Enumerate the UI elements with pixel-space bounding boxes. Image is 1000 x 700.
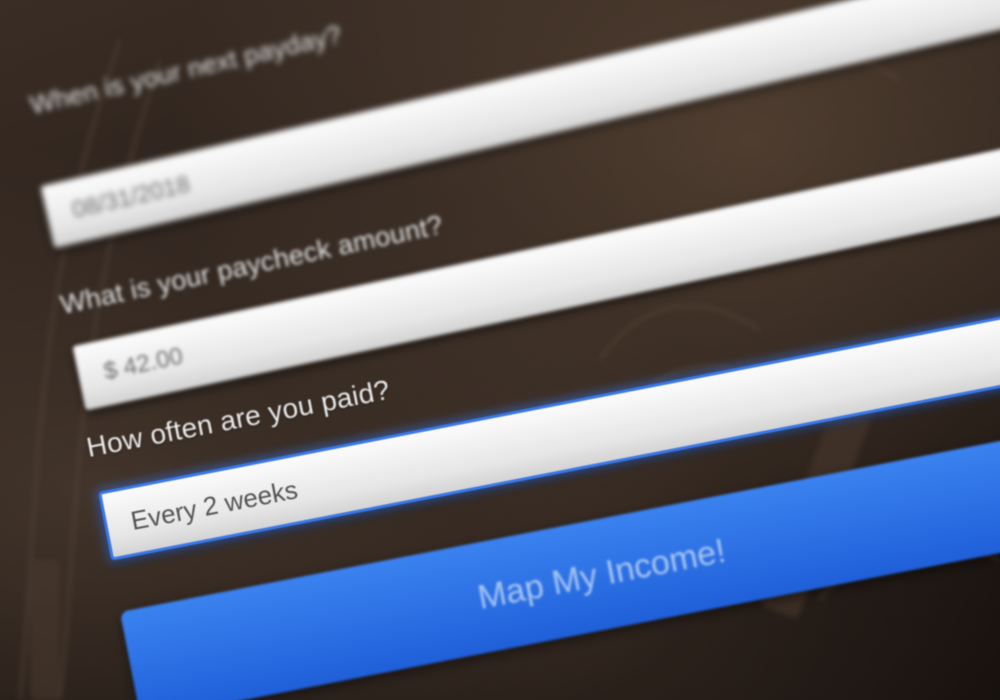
- payday-label: When is your next payday?: [27, 19, 345, 121]
- page-background: When is your next payday? 08/31/2018 Wha…: [0, 0, 1000, 700]
- income-form: When is your next payday? 08/31/2018 Wha…: [0, 0, 1000, 700]
